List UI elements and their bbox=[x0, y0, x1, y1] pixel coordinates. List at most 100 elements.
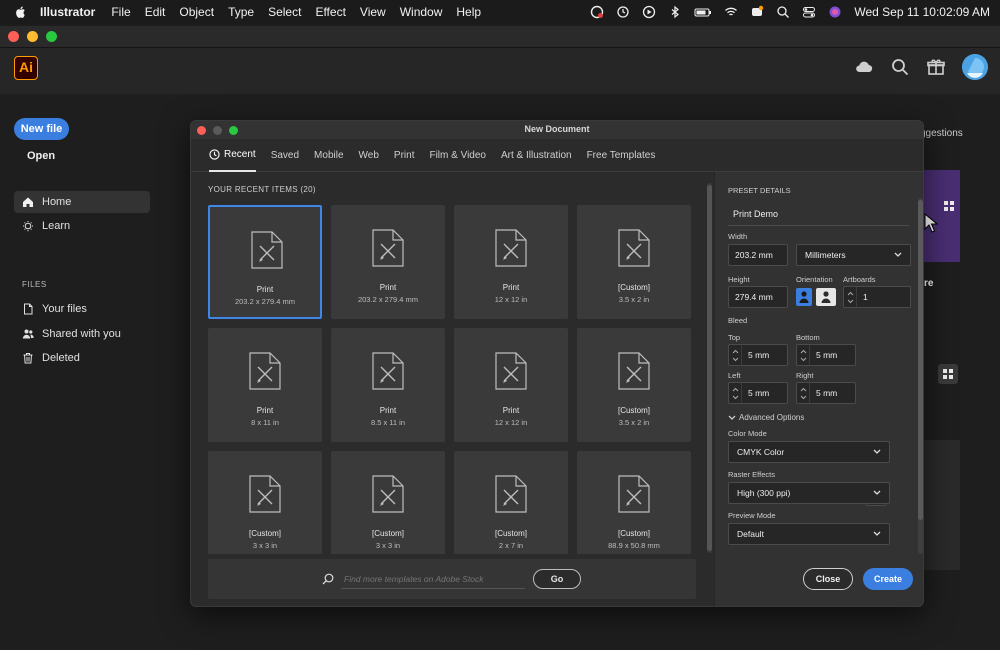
stepper-arrows[interactable] bbox=[729, 383, 742, 403]
stepper-arrows[interactable] bbox=[729, 345, 742, 365]
time-machine-icon[interactable] bbox=[616, 5, 630, 19]
menu-app-name[interactable]: Illustrator bbox=[40, 5, 95, 19]
chevron-up-icon[interactable] bbox=[732, 349, 739, 354]
tab-web[interactable]: Web bbox=[359, 139, 379, 172]
bleed-bottom-stepper[interactable]: 5 mm bbox=[796, 344, 856, 366]
siri-icon[interactable] bbox=[828, 5, 842, 19]
gift-icon[interactable] bbox=[926, 57, 946, 77]
menu-help[interactable]: Help bbox=[456, 5, 481, 19]
recent-item-card[interactable]: [Custom] 3.5 x 2 in bbox=[577, 205, 691, 319]
height-field[interactable]: 279.4 mm bbox=[728, 286, 788, 308]
chevron-up-icon[interactable] bbox=[732, 387, 739, 392]
chevron-down-icon[interactable] bbox=[800, 395, 807, 400]
width-field[interactable]: 203.2 mm bbox=[728, 244, 788, 266]
chevron-up-icon[interactable] bbox=[847, 291, 854, 296]
menu-bar-clock[interactable]: Wed Sep 11 10:02:09 AM bbox=[854, 5, 990, 19]
chevron-up-icon[interactable] bbox=[800, 349, 807, 354]
window-minimize-button[interactable] bbox=[27, 31, 38, 42]
artboards-stepper[interactable]: 1 bbox=[843, 286, 911, 308]
menu-file[interactable]: File bbox=[111, 5, 130, 19]
recent-item-card[interactable]: [Custom] 2 x 7 in bbox=[454, 451, 568, 554]
cloud-icon[interactable] bbox=[854, 57, 874, 77]
close-button[interactable]: Close bbox=[803, 568, 853, 590]
grid-scrollbar-thumb[interactable] bbox=[707, 185, 712, 551]
sidebar-item-shared[interactable]: Shared with you bbox=[14, 323, 150, 345]
tab-print[interactable]: Print bbox=[394, 139, 415, 172]
menu-edit[interactable]: Edit bbox=[145, 5, 166, 19]
creative-cloud-status-icon[interactable] bbox=[590, 5, 604, 19]
avatar[interactable] bbox=[962, 54, 988, 80]
recent-item-card[interactable]: Print 8 x 11 in bbox=[208, 328, 322, 442]
dialog-minimize-button[interactable] bbox=[213, 125, 222, 135]
color-mode-dropdown[interactable]: CMYK Color bbox=[728, 441, 890, 463]
portrait-orientation-button[interactable] bbox=[796, 288, 812, 306]
battery-icon[interactable] bbox=[694, 5, 712, 19]
recent-item-card[interactable]: Print 203.2 x 279.4 mm bbox=[208, 205, 322, 319]
bluetooth-icon[interactable] bbox=[668, 5, 682, 19]
recent-item-card[interactable]: [Custom] 3 x 3 in bbox=[208, 451, 322, 554]
recent-item-card[interactable]: Print 12 x 12 in bbox=[454, 328, 568, 442]
menu-object[interactable]: Object bbox=[179, 5, 214, 19]
sidebar-item-your-files[interactable]: Your files bbox=[14, 298, 150, 320]
go-button[interactable]: Go bbox=[533, 569, 581, 589]
stock-search-input[interactable] bbox=[341, 569, 525, 589]
preview-mode-dropdown[interactable]: Default bbox=[728, 523, 890, 545]
new-file-button[interactable]: New file bbox=[14, 118, 69, 140]
recent-item-card[interactable]: [Custom] 88.9 x 50.8 mm bbox=[577, 451, 691, 554]
menu-view[interactable]: View bbox=[360, 5, 386, 19]
bleed-left-stepper[interactable]: 5 mm bbox=[728, 382, 788, 404]
raster-effects-dropdown[interactable]: High (300 ppi) bbox=[728, 482, 890, 504]
landscape-orientation-button[interactable] bbox=[816, 288, 836, 306]
recent-item-card[interactable]: Print 203.2 x 279.4 mm bbox=[331, 205, 445, 319]
stepper-arrows[interactable] bbox=[797, 345, 810, 365]
sidebar-item-home[interactable]: Home bbox=[14, 191, 150, 213]
control-center-icon[interactable] bbox=[802, 5, 816, 19]
create-button[interactable]: Create bbox=[863, 568, 913, 590]
window-zoom-button[interactable] bbox=[46, 31, 57, 42]
wifi-icon[interactable] bbox=[724, 5, 738, 19]
chevron-down-icon[interactable] bbox=[800, 357, 807, 362]
tab-mobile[interactable]: Mobile bbox=[314, 139, 343, 172]
menu-type[interactable]: Type bbox=[228, 5, 254, 19]
grid-scrollbar[interactable] bbox=[707, 183, 712, 553]
recent-item-card[interactable]: [Custom] 3 x 3 in bbox=[331, 451, 445, 554]
dialog-zoom-button[interactable] bbox=[229, 125, 238, 135]
advanced-options-toggle[interactable]: Advanced Options bbox=[728, 413, 804, 422]
tab-free-templates[interactable]: Free Templates bbox=[587, 139, 656, 172]
dialog-close-button[interactable] bbox=[197, 125, 206, 135]
chevron-down-icon[interactable] bbox=[847, 299, 854, 304]
apple-icon[interactable] bbox=[14, 5, 28, 19]
sidebar-item-learn[interactable]: Learn bbox=[14, 215, 150, 237]
chevron-up-icon[interactable] bbox=[800, 387, 807, 392]
menu-effect[interactable]: Effect bbox=[315, 5, 345, 19]
illustrator-logo: Ai bbox=[14, 56, 38, 80]
recent-item-card[interactable]: [Custom] 3.5 x 2 in bbox=[577, 328, 691, 442]
open-link[interactable]: Open bbox=[27, 150, 55, 162]
stepper-arrows[interactable] bbox=[797, 383, 810, 403]
tab-saved[interactable]: Saved bbox=[271, 139, 299, 172]
panel-scrollbar[interactable] bbox=[918, 198, 923, 554]
chevron-down-icon[interactable] bbox=[732, 357, 739, 362]
tab-recent[interactable]: Recent bbox=[209, 139, 256, 172]
recent-item-card[interactable]: Print 12 x 12 in bbox=[454, 205, 568, 319]
units-dropdown[interactable]: Millimeters bbox=[796, 244, 911, 266]
recent-item-card[interactable]: Print 8.5 x 11 in bbox=[331, 328, 445, 442]
menu-window[interactable]: Window bbox=[400, 5, 443, 19]
tab-film-video[interactable]: Film & Video bbox=[429, 139, 486, 172]
notification-icon[interactable] bbox=[750, 5, 764, 19]
tab-art-illustration[interactable]: Art & Illustration bbox=[501, 139, 572, 172]
sidebar-item-deleted[interactable]: Deleted bbox=[14, 347, 150, 369]
bleed-left-label: Left bbox=[728, 371, 741, 380]
bleed-top-stepper[interactable]: 5 mm bbox=[728, 344, 788, 366]
chevron-down-icon[interactable] bbox=[732, 395, 739, 400]
menu-select[interactable]: Select bbox=[268, 5, 301, 19]
preset-name-field[interactable]: Print Demo bbox=[728, 204, 909, 226]
stepper-arrows[interactable] bbox=[844, 287, 857, 307]
grid-toggle-button[interactable] bbox=[938, 364, 958, 384]
play-icon[interactable] bbox=[642, 5, 656, 19]
spotlight-icon[interactable] bbox=[776, 5, 790, 19]
window-close-button[interactable] bbox=[8, 31, 19, 42]
search-icon[interactable] bbox=[890, 57, 910, 77]
panel-scrollbar-thumb[interactable] bbox=[918, 200, 923, 520]
bleed-right-stepper[interactable]: 5 mm bbox=[796, 382, 856, 404]
